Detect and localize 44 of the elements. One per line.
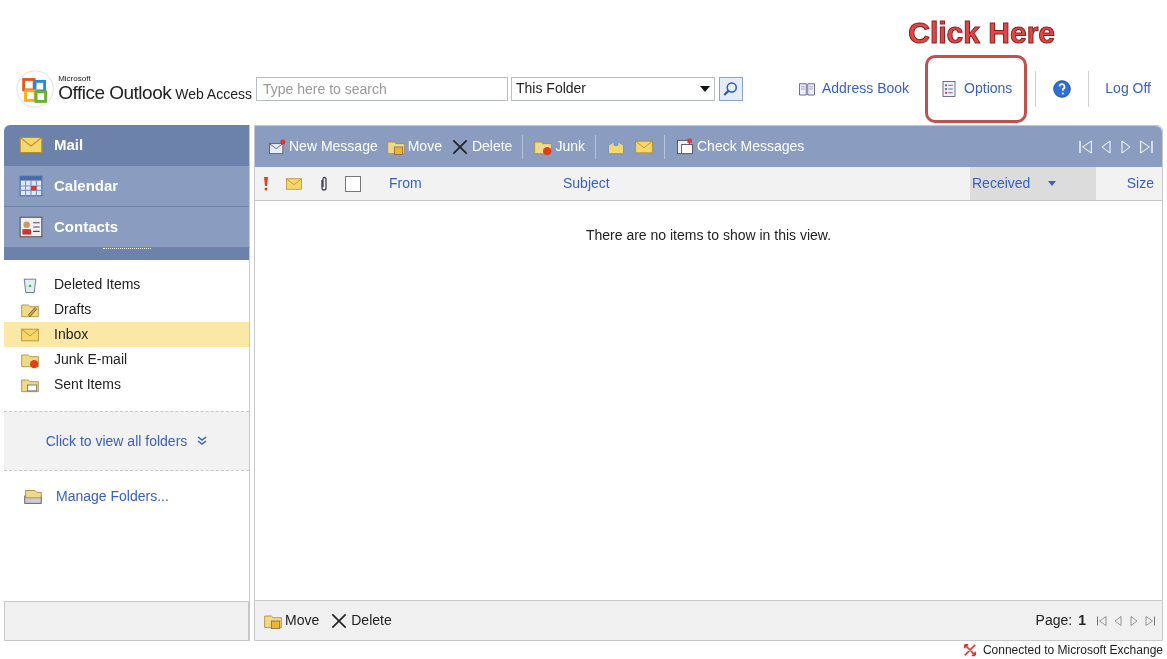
help-icon <box>1052 78 1073 99</box>
search-field[interactable]: Type here to search <box>256 76 508 101</box>
list-icon <box>940 79 959 98</box>
paperclip-icon[interactable] <box>319 175 329 192</box>
importance-icon[interactable] <box>263 175 269 192</box>
logo-edition: Web Access <box>175 87 252 101</box>
header-link[interactable]: Options <box>925 54 1028 123</box>
header-link[interactable]: Log Off <box>1097 78 1159 99</box>
page-number: 1 <box>1078 611 1086 630</box>
pane-resize-grip[interactable] <box>4 248 249 260</box>
toolbar-button[interactable]: Delete <box>327 605 394 636</box>
folder-item[interactable]: Junk E-mail <box>4 347 249 372</box>
folder-item[interactable]: Deleted Items <box>4 272 249 297</box>
logo-maker: Microsoft <box>58 75 92 83</box>
contact-card-icon <box>18 214 44 240</box>
calendar-icon <box>18 173 44 199</box>
page-label: Page: <box>1035 611 1073 630</box>
folder-scope-value: This Folder <box>516 79 587 98</box>
connection-icon <box>962 643 977 657</box>
sort-caret-icon <box>1048 181 1057 186</box>
status-text: Connected to Microsoft Exchange <box>982 642 1163 659</box>
view-all-folders-link[interactable]: Click to view all folders <box>45 430 188 452</box>
nav-tab[interactable]: Mail <box>4 125 249 166</box>
select-all-checkbox[interactable] <box>345 175 361 192</box>
chevrons-down-icon[interactable] <box>197 436 208 446</box>
toolbar-button[interactable]: Move <box>261 605 322 636</box>
documents-icon <box>675 136 695 157</box>
column-header[interactable]: Subject <box>563 167 970 200</box>
caret-icon <box>700 85 710 92</box>
logo-product: Office Outlook <box>58 83 172 102</box>
column-header[interactable]: Size <box>1096 167 1162 200</box>
manage-folders-link[interactable]: Manage Folders... <box>56 485 169 507</box>
folder-scope-dropdown[interactable]: This Folder <box>511 76 715 101</box>
header-link[interactable]: Address Book <box>789 78 918 99</box>
empty-message: There are no items to show in this view. <box>585 226 832 245</box>
annotation-text: Click Here <box>908 18 1055 51</box>
column-header[interactable]: Received <box>970 167 1096 200</box>
office-logo-icon <box>16 68 55 109</box>
folder-item[interactable]: Sent Items <box>4 372 249 397</box>
column-header[interactable]: From <box>389 167 563 200</box>
folder-item[interactable]: Inbox <box>4 322 249 347</box>
search-button[interactable] <box>719 76 743 101</box>
folder-item[interactable]: Drafts <box>4 297 249 322</box>
search-icon <box>722 79 740 98</box>
